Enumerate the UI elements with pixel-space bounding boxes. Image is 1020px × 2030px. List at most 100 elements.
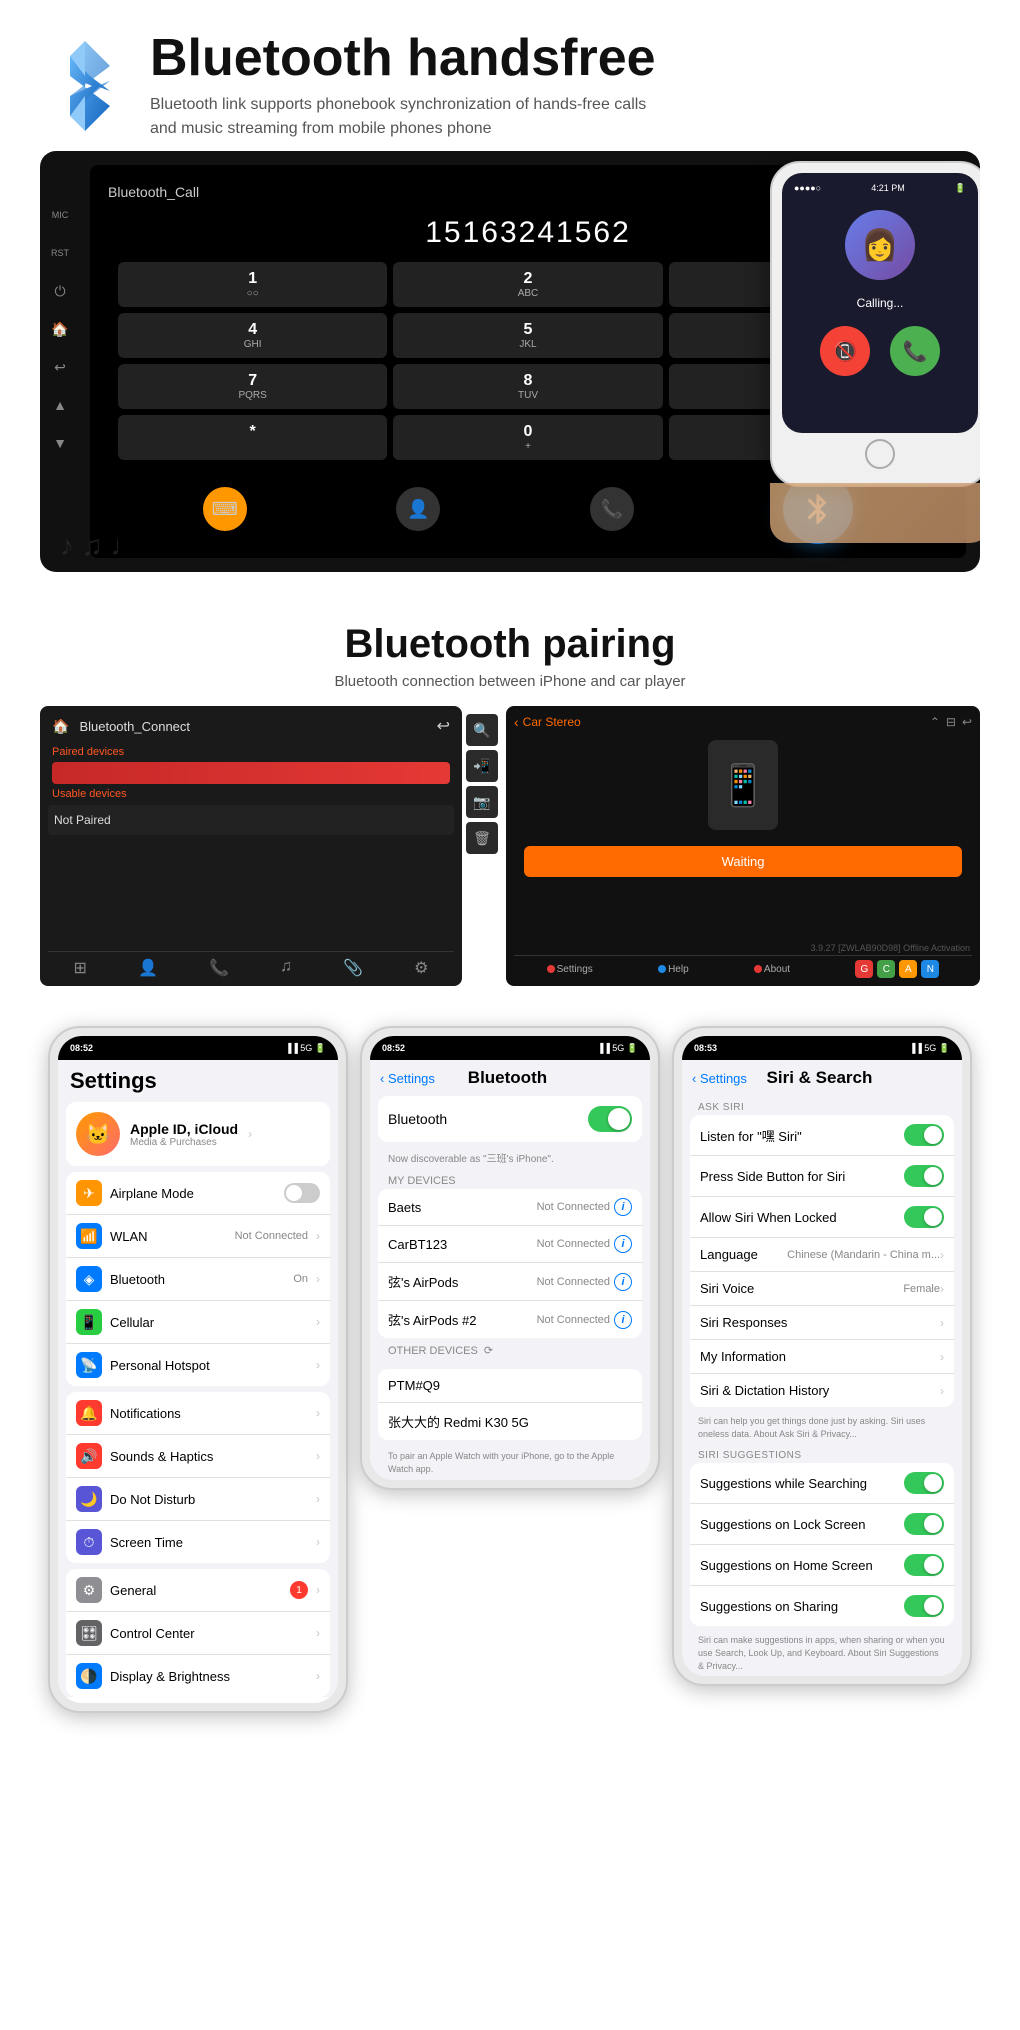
settings-control-center[interactable]: 🎛 Control Center › bbox=[66, 1612, 330, 1655]
suggestions-home-toggle[interactable] bbox=[904, 1554, 944, 1576]
settings-sounds[interactable]: 🔊 Sounds & Haptics › bbox=[66, 1435, 330, 1478]
home-icon[interactable]: 🏠 bbox=[52, 718, 69, 735]
usable-device-item: Not Paired bbox=[48, 805, 454, 835]
android-contacts-icon[interactable]: 👤 bbox=[138, 958, 158, 978]
bluetooth-chevron-icon: › bbox=[316, 1272, 320, 1286]
settings-display[interactable]: 🌗 Display & Brightness › bbox=[66, 1655, 330, 1697]
android-attach-icon[interactable]: 📎 bbox=[343, 958, 363, 978]
suggestions-sharing-item[interactable]: Suggestions on Sharing bbox=[690, 1586, 954, 1626]
airpods1-status-text: Not Connected bbox=[537, 1276, 610, 1288]
airpods1-info-button[interactable]: i bbox=[614, 1273, 632, 1291]
android-car-screen: 🏠 Bluetooth_Connect ↩ Paired devices Usa… bbox=[40, 706, 462, 986]
allow-locked-toggle[interactable] bbox=[904, 1206, 944, 1228]
waiting-button[interactable]: Waiting bbox=[524, 846, 962, 877]
bt-device-carbt[interactable]: CarBT123 Not Connected i bbox=[378, 1226, 642, 1263]
about-footer-link[interactable]: About bbox=[754, 964, 790, 975]
key-1[interactable]: 1 ○○ bbox=[118, 262, 387, 307]
airpods2-info-button[interactable]: i bbox=[614, 1311, 632, 1329]
key-2[interactable]: 2 ABC bbox=[393, 262, 662, 307]
bt-device-baets[interactable]: Baets Not Connected i bbox=[378, 1189, 642, 1226]
paired-device-item[interactable] bbox=[52, 762, 450, 784]
home-icon[interactable]: 🏠 bbox=[46, 315, 74, 343]
control-center-icon: 🎛 bbox=[76, 1620, 102, 1646]
settings-footer-link[interactable]: Settings bbox=[547, 964, 593, 975]
suggestions-sharing-toggle[interactable] bbox=[904, 1595, 944, 1617]
settings-profile-item[interactable]: 🐱 Apple ID, iCloud Media & Purchases › bbox=[66, 1102, 330, 1166]
minimize-icon[interactable]: ⊟ bbox=[946, 715, 956, 729]
home-button[interactable] bbox=[865, 439, 895, 469]
close-icon[interactable]: ↩ bbox=[962, 715, 972, 729]
siri-language-item[interactable]: Language Chinese (Mandarin - China m... … bbox=[690, 1238, 954, 1272]
bt-toggle-switch[interactable] bbox=[588, 1106, 632, 1132]
siri-screen-title: Siri & Search bbox=[753, 1068, 886, 1088]
android-menu-icon[interactable]: ⊞ bbox=[74, 958, 87, 978]
suggestions-searching-item[interactable]: Suggestions while Searching bbox=[690, 1463, 954, 1504]
paired-label: Paired devices bbox=[48, 744, 454, 760]
scan2-button[interactable]: 📷 bbox=[466, 786, 498, 818]
listen-siri-toggle[interactable] bbox=[904, 1124, 944, 1146]
siri-dictation-item[interactable]: Siri & Dictation History › bbox=[690, 1374, 954, 1407]
vol-down-icon[interactable]: ▼ bbox=[46, 429, 74, 457]
end-call-button[interactable]: 📵 bbox=[820, 326, 870, 376]
suggestions-home-screen-item[interactable]: Suggestions on Home Screen bbox=[690, 1545, 954, 1586]
delete-button[interactable]: 🗑 bbox=[466, 822, 498, 854]
iphone-pair-top-bar: ‹ Car Stereo ⌃ ⊟ ↩ bbox=[514, 714, 972, 730]
my-information-item[interactable]: My Information › bbox=[690, 1340, 954, 1374]
help-footer-link[interactable]: Help bbox=[658, 964, 689, 975]
key-0[interactable]: 0 + bbox=[393, 415, 662, 460]
key-5[interactable]: 5 JKL bbox=[393, 313, 662, 358]
other-device-redmi[interactable]: 张大大的 Redmi K30 5G bbox=[378, 1403, 642, 1440]
settings-airplane-mode[interactable]: ✈ Airplane Mode bbox=[66, 1172, 330, 1215]
siri-side-button-item[interactable]: Press Side Button for Siri bbox=[690, 1156, 954, 1197]
bt-back-button[interactable]: ‹ Settings bbox=[380, 1071, 435, 1086]
bt-other-section: PTM#Q9 张大大的 Redmi K30 5G bbox=[378, 1369, 642, 1440]
version-info: 3.9.27 [ZWLAB90D98] Offline Activation bbox=[514, 941, 972, 955]
settings-hotspot[interactable]: 📡 Personal Hotspot › bbox=[66, 1344, 330, 1386]
settings-bluetooth[interactable]: ◈ Bluetooth On › bbox=[66, 1258, 330, 1301]
settings-cellular[interactable]: 📱 Cellular › bbox=[66, 1301, 330, 1344]
key-star[interactable]: * bbox=[118, 415, 387, 460]
display-chevron-icon: › bbox=[316, 1669, 320, 1683]
settings-wlan[interactable]: 📶 WLAN Not Connected › bbox=[66, 1215, 330, 1258]
key-7[interactable]: 7 PQRS bbox=[118, 364, 387, 409]
siri-listen-item[interactable]: Listen for "嘿 Siri" bbox=[690, 1115, 954, 1156]
vol-up-icon[interactable]: ▲ bbox=[46, 391, 74, 419]
settings-dnd[interactable]: 🌙 Do Not Disturb › bbox=[66, 1478, 330, 1521]
siri-voice-item[interactable]: Siri Voice Female › bbox=[690, 1272, 954, 1306]
bt-device-airpods1[interactable]: 弦's AirPods Not Connected i bbox=[378, 1263, 642, 1301]
scan-button[interactable]: 📲 bbox=[466, 750, 498, 782]
other-device-ptm[interactable]: PTM#Q9 bbox=[378, 1369, 642, 1403]
key-4[interactable]: 4 GHI bbox=[118, 313, 387, 358]
iphone3-status: ▐▐ 5G 🔋 bbox=[909, 1043, 950, 1054]
search-button[interactable]: 🔍 bbox=[466, 714, 498, 746]
settings-notifications[interactable]: 🔔 Notifications › bbox=[66, 1392, 330, 1435]
accept-call-button[interactable]: 📞 bbox=[890, 326, 940, 376]
keypad-toggle-button[interactable]: ⌨ bbox=[203, 487, 247, 531]
baets-info-button[interactable]: i bbox=[614, 1198, 632, 1216]
carbt-info-button[interactable]: i bbox=[614, 1235, 632, 1253]
android-music-icon[interactable]: ♫ bbox=[280, 958, 292, 978]
car-stereo-back-link[interactable]: Car Stereo bbox=[523, 715, 581, 729]
call-button[interactable]: 📞 bbox=[590, 487, 634, 531]
android-back-button[interactable]: ↩ bbox=[437, 716, 450, 736]
bt-device-airpods2[interactable]: 弦's AirPods #2 Not Connected i bbox=[378, 1301, 642, 1338]
suggestions-lock-toggle[interactable] bbox=[904, 1513, 944, 1535]
airplane-mode-icon: ✈ bbox=[76, 1180, 102, 1206]
expand-icon[interactable]: ⌃ bbox=[930, 715, 940, 729]
siri-responses-item[interactable]: Siri Responses › bbox=[690, 1306, 954, 1340]
suggestions-searching-toggle[interactable] bbox=[904, 1472, 944, 1494]
side-button-toggle[interactable] bbox=[904, 1165, 944, 1187]
android-settings-icon[interactable]: ⚙ bbox=[414, 958, 428, 978]
call-action-buttons: 📵 📞 bbox=[820, 326, 940, 376]
phone-status-bar: ●●●●○ 4:21 PM 🔋 bbox=[790, 183, 970, 194]
settings-screen-time[interactable]: ⏱ Screen Time › bbox=[66, 1521, 330, 1563]
back-icon[interactable]: ↩ bbox=[46, 353, 74, 381]
key-8[interactable]: 8 TUV bbox=[393, 364, 662, 409]
siri-locked-item[interactable]: Allow Siri When Locked bbox=[690, 1197, 954, 1238]
airplane-toggle[interactable] bbox=[284, 1183, 320, 1203]
android-call-icon[interactable]: 📞 bbox=[209, 958, 229, 978]
siri-back-button[interactable]: ‹ Settings bbox=[692, 1071, 747, 1086]
suggestions-lock-screen-item[interactable]: Suggestions on Lock Screen bbox=[690, 1504, 954, 1545]
contacts-button[interactable]: 👤 bbox=[396, 487, 440, 531]
settings-general[interactable]: ⚙ General 1 › bbox=[66, 1569, 330, 1612]
